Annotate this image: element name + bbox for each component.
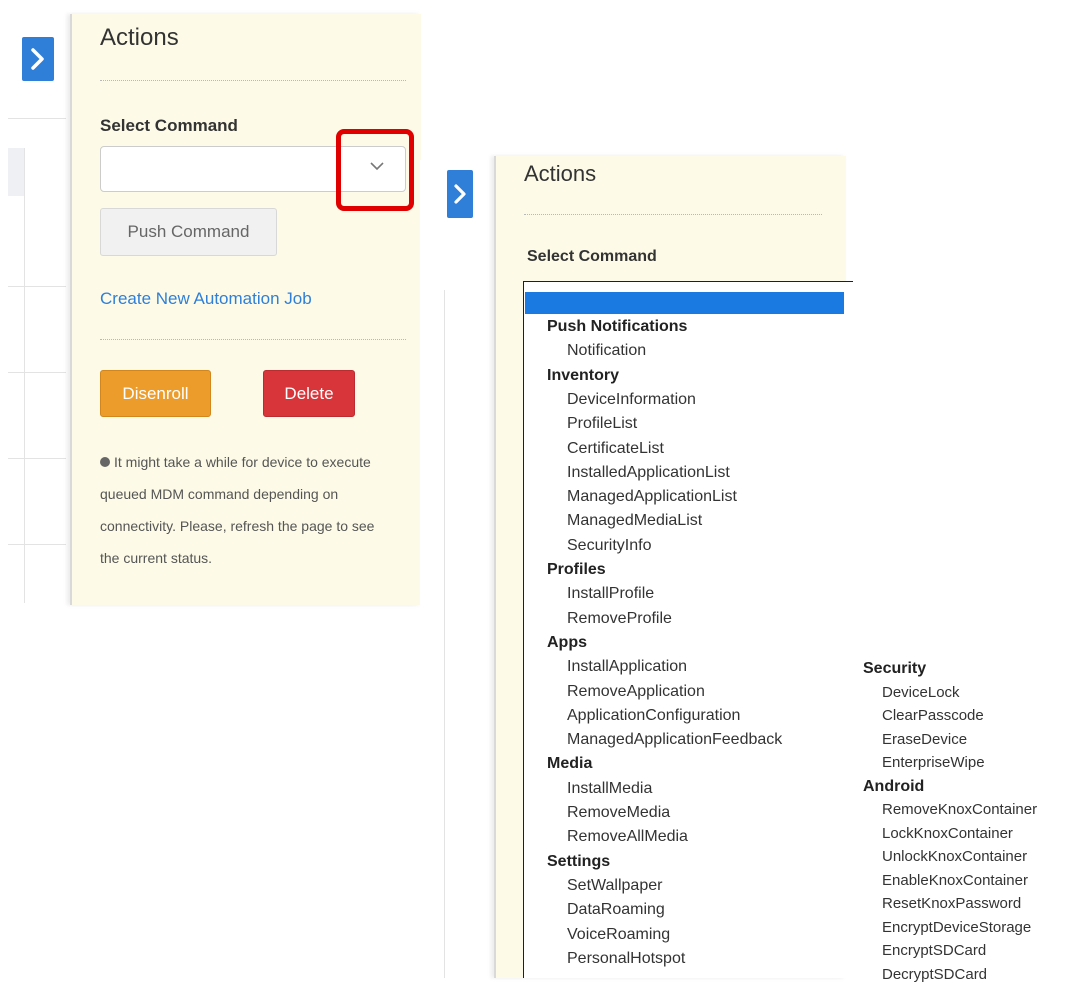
dropdown-option[interactable]: RemoveAllMedia <box>567 828 688 846</box>
left-divider <box>8 458 66 459</box>
dropdown-option[interactable]: InstallProfile <box>567 585 654 603</box>
dropdown-option[interactable]: EraseDevice <box>882 731 967 748</box>
dropdown-option[interactable]: InstallMedia <box>567 780 652 798</box>
option-group-label: Profiles <box>547 561 606 578</box>
option-group-label: Media <box>547 755 593 773</box>
expand-toggle-button[interactable] <box>447 170 473 218</box>
push-command-button[interactable]: Push Command <box>100 208 277 256</box>
dropdown-option[interactable]: InstalledApplicationList <box>567 464 730 482</box>
dropdown-option[interactable]: LockKnoxContainer <box>882 825 1013 842</box>
left-divider <box>8 118 66 119</box>
dropdown-option[interactable]: DeviceLock <box>882 684 960 701</box>
chevron-right-icon <box>31 48 44 70</box>
dropdown-option[interactable]: ManagedApplicationList <box>567 488 737 506</box>
left-border <box>24 148 25 603</box>
dropdown-option[interactable]: SetWallpaper <box>567 877 662 895</box>
left-border-b <box>444 290 445 978</box>
table-header-strip <box>8 148 25 196</box>
dropdown-option[interactable]: CertificateList <box>567 440 664 458</box>
dropdown-option[interactable]: RemoveKnoxContainer <box>882 801 1037 818</box>
dropdown-option[interactable]: RemoveProfile <box>567 610 672 628</box>
dropdown-option[interactable]: ApplicationConfiguration <box>567 707 740 725</box>
option-group-label: Settings <box>547 852 611 870</box>
dropdown-option[interactable]: ManagedMediaList <box>567 512 702 530</box>
left-divider <box>8 544 66 545</box>
option-group-label: Apps <box>547 633 587 651</box>
select-command-label: Select Command <box>527 248 657 265</box>
command-dropdown-list[interactable] <box>523 281 853 978</box>
dropdown-option[interactable]: DecryptSDCard <box>882 966 987 983</box>
dropdown-option[interactable]: ResetKnoxPassword <box>882 895 1021 912</box>
left-divider <box>8 286 66 287</box>
dropdown-option[interactable]: EnableKnoxContainer <box>882 872 1028 889</box>
dropdown-option[interactable]: EncryptDeviceStorage <box>882 919 1031 936</box>
dropdown-option[interactable]: Notification <box>567 342 646 360</box>
dropdown-option[interactable]: RemoveMedia <box>567 804 670 822</box>
highlight-box <box>336 129 414 211</box>
option-group-label: Android <box>863 777 925 795</box>
title-divider <box>524 214 822 215</box>
dropdown-option[interactable]: ManagedApplicationFeedback <box>567 731 782 749</box>
option-group-label: Security <box>863 660 927 677</box>
dropdown-option[interactable]: RemoveApplication <box>567 683 705 701</box>
dropdown-option[interactable]: UnlockKnoxContainer <box>882 848 1027 865</box>
dropdown-option[interactable]: DataRoaming <box>567 901 665 919</box>
dropdown-option[interactable]: ClearPasscode <box>882 707 984 724</box>
disenroll-button[interactable]: Disenroll <box>100 370 211 417</box>
dropdown-option[interactable]: VoiceRoaming <box>567 926 670 944</box>
delete-button[interactable]: Delete <box>263 370 355 417</box>
dropdown-option[interactable]: InstallApplication <box>567 658 687 676</box>
expand-toggle-button[interactable] <box>22 37 54 81</box>
dropdown-option[interactable]: EnterpriseWipe <box>882 754 985 771</box>
section-divider <box>100 339 406 340</box>
dropdown-option[interactable]: PersonalHotspot <box>567 950 685 968</box>
dropdown-selected-option[interactable] <box>525 292 844 314</box>
left-divider <box>8 372 66 373</box>
select-command-label: Select Command <box>100 116 238 135</box>
option-group-label: Push Notifications <box>547 318 688 335</box>
create-automation-job-link[interactable]: Create New Automation Job <box>100 289 312 309</box>
dropdown-option[interactable]: EncryptSDCard <box>882 942 986 959</box>
panel-title: Actions <box>524 161 597 186</box>
dropdown-option[interactable]: SecurityInfo <box>567 537 651 555</box>
info-icon <box>100 457 110 467</box>
dropdown-option[interactable]: ProfileList <box>567 415 637 433</box>
info-note-text: It might take a while for device to exec… <box>100 454 375 566</box>
panel-title: Actions <box>100 24 179 51</box>
option-group-label: Inventory <box>547 366 620 384</box>
title-divider <box>100 80 406 81</box>
info-note: It might take a while for device to exec… <box>100 446 390 574</box>
chevron-right-icon <box>454 184 466 204</box>
dropdown-option[interactable]: DeviceInformation <box>567 391 696 409</box>
page-left-edge <box>0 0 70 605</box>
